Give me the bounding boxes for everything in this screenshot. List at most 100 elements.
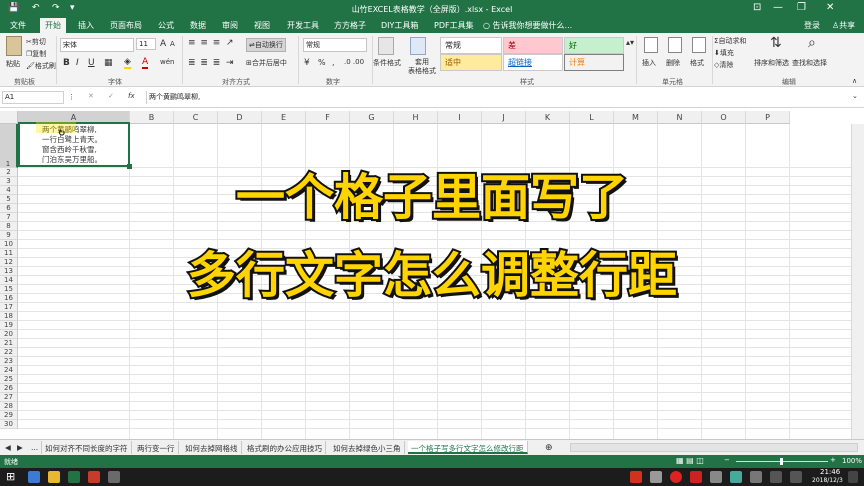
copy-button[interactable]: ❐复制 xyxy=(26,49,46,59)
comma-button[interactable]: , xyxy=(332,58,335,67)
row-header-24[interactable]: 24 xyxy=(0,366,18,375)
shrink-font-button[interactable]: A xyxy=(170,40,175,48)
browser-icon[interactable] xyxy=(28,471,40,483)
insert-function-icon[interactable]: fx xyxy=(128,92,135,100)
tab-home[interactable]: 开始 xyxy=(40,18,66,33)
table-format-icon[interactable] xyxy=(410,37,426,55)
tray-icon[interactable] xyxy=(670,471,682,483)
grow-font-button[interactable]: A xyxy=(160,39,166,49)
tray-icon[interactable] xyxy=(710,471,722,483)
merge-center-button[interactable]: ⊞合并后居中 xyxy=(246,58,287,68)
style-hyperlink[interactable]: 超链接 xyxy=(503,54,563,71)
row-header-20[interactable]: 20 xyxy=(0,330,18,339)
start-button[interactable]: ⊞ xyxy=(6,470,15,483)
insert-cells-button[interactable]: 插入 xyxy=(642,58,656,68)
wrap-text-button[interactable]: ⇌自动换行 xyxy=(246,38,286,52)
style-bad[interactable]: 差 xyxy=(503,37,563,54)
delete-cells-icon[interactable] xyxy=(668,37,682,53)
zoom-slider-thumb[interactable] xyxy=(780,458,783,465)
font-size-dropdown[interactable]: 11 xyxy=(136,38,156,50)
left-align-icon[interactable]: ≣ ≣ ≣ xyxy=(188,58,221,68)
sort-filter-icon[interactable]: ⇅ xyxy=(770,35,782,51)
underline-button[interactable]: U xyxy=(88,58,95,68)
currency-icon[interactable]: ¥ xyxy=(304,58,310,68)
clock-time[interactable]: 21:46 xyxy=(820,468,840,476)
font-name-dropdown[interactable]: 宋体 xyxy=(60,38,134,52)
find-select-button[interactable]: 查找和选择 xyxy=(792,58,827,68)
tab-diy-toolbox[interactable]: DIY工具箱 xyxy=(381,20,418,31)
paste-icon[interactable] xyxy=(6,36,22,56)
sheet-tab-active[interactable]: 一个格子写多行文字怎么修改行距 xyxy=(408,441,528,454)
top-align-icon[interactable]: ≡ ≡ ≡ xyxy=(188,38,221,48)
insert-cells-icon[interactable] xyxy=(644,37,658,53)
font-color-button[interactable]: A xyxy=(142,57,149,69)
cancel-icon[interactable]: ✕ xyxy=(88,92,94,100)
row-header-21[interactable]: 21 xyxy=(0,339,18,348)
tab-review[interactable]: 审阅 xyxy=(222,20,238,31)
tab-formulas[interactable]: 公式 xyxy=(158,20,174,31)
tray-icon[interactable] xyxy=(690,471,702,483)
decimal-icon[interactable]: .0 .00 xyxy=(344,58,364,66)
row-header-25[interactable]: 25 xyxy=(0,375,18,384)
clear-button[interactable]: ◇清除 xyxy=(714,60,733,70)
style-normal[interactable]: 常规 xyxy=(440,37,502,54)
tab-page-layout[interactable]: 页面布局 xyxy=(110,20,142,31)
style-neutral[interactable]: 适中 xyxy=(440,54,502,71)
fill-button[interactable]: ⬇填充 xyxy=(714,48,734,58)
conditional-format-button[interactable]: 条件格式 xyxy=(373,58,401,68)
style-good[interactable]: 好 xyxy=(564,37,624,54)
share-button[interactable]: ♙共享 xyxy=(832,20,855,31)
border-icon[interactable]: ▦ xyxy=(104,58,113,68)
column-header-b[interactable]: B xyxy=(130,111,174,124)
search-icon[interactable]: ⌕ xyxy=(808,35,816,51)
autosum-button[interactable]: Σ自动求和 xyxy=(714,36,746,46)
app-icon[interactable] xyxy=(88,471,100,483)
tab-pdf-tools[interactable]: PDF工具集 xyxy=(434,20,474,31)
enter-icon[interactable]: ✓ xyxy=(108,92,114,100)
sheet-prev-button[interactable]: ◀ xyxy=(2,441,14,454)
style-calculation[interactable]: 计算 xyxy=(564,54,624,71)
tray-icon[interactable] xyxy=(630,471,642,483)
row-header-29[interactable]: 29 xyxy=(0,411,18,420)
tell-me-box[interactable]: ○ 告诉我你想要做什么... xyxy=(483,20,572,31)
column-header-c[interactable]: C xyxy=(174,111,218,124)
sheet-tab[interactable]: 如何去掉绿色小三角 xyxy=(330,441,405,454)
row-header-22[interactable]: 22 xyxy=(0,348,18,357)
sort-filter-button[interactable]: 排序和筛选 xyxy=(754,58,789,68)
column-header-g[interactable]: G xyxy=(350,111,394,124)
tab-file[interactable]: 文件 xyxy=(10,20,26,31)
row-header-26[interactable]: 26 xyxy=(0,384,18,393)
tab-insert[interactable]: 插入 xyxy=(78,20,94,31)
horizontal-scrollbar[interactable] xyxy=(570,443,858,452)
name-box[interactable]: A1 xyxy=(2,91,64,104)
select-all-corner[interactable] xyxy=(0,111,18,124)
tab-view[interactable]: 视图 xyxy=(254,20,270,31)
phonetic-button[interactable]: wén xyxy=(160,58,174,66)
row-header-18[interactable]: 18 xyxy=(0,312,18,321)
row-header-19[interactable]: 19 xyxy=(0,321,18,330)
login-link[interactable]: 登录 xyxy=(804,20,820,31)
percent-button[interactable]: % xyxy=(318,58,326,67)
tray-icon[interactable] xyxy=(750,471,762,483)
column-header-o[interactable]: O xyxy=(702,111,746,124)
ribbon-display-options-icon[interactable]: ⊡ xyxy=(753,2,761,13)
column-header-h[interactable]: H xyxy=(394,111,438,124)
tab-developer[interactable]: 开发工具 xyxy=(287,20,319,31)
format-cells-icon[interactable] xyxy=(692,37,706,53)
network-icon[interactable] xyxy=(770,471,782,483)
column-header-n[interactable]: N xyxy=(658,111,702,124)
row-header-28[interactable]: 28 xyxy=(0,402,18,411)
fill-color-icon[interactable]: ◈ xyxy=(124,57,131,69)
sheet-more-button[interactable]: ... xyxy=(28,441,43,454)
restore-button[interactable]: ❐ xyxy=(797,2,806,13)
sheet-tab[interactable]: 如何对齐不同长度的字符 xyxy=(42,441,132,454)
column-header-j[interactable]: J xyxy=(482,111,526,124)
sheet-tab[interactable]: 如何去掉网格线 xyxy=(182,441,242,454)
row-header-30[interactable]: 30 xyxy=(0,420,18,429)
clock-date[interactable]: 2018/12/3 xyxy=(812,477,843,484)
close-button[interactable]: ✕ xyxy=(826,2,834,13)
notification-icon[interactable] xyxy=(848,471,858,483)
row-header-9[interactable]: 9 xyxy=(0,231,18,240)
tab-ffgz[interactable]: 方方格子 xyxy=(334,20,366,31)
format-cells-button[interactable]: 格式 xyxy=(690,58,704,68)
